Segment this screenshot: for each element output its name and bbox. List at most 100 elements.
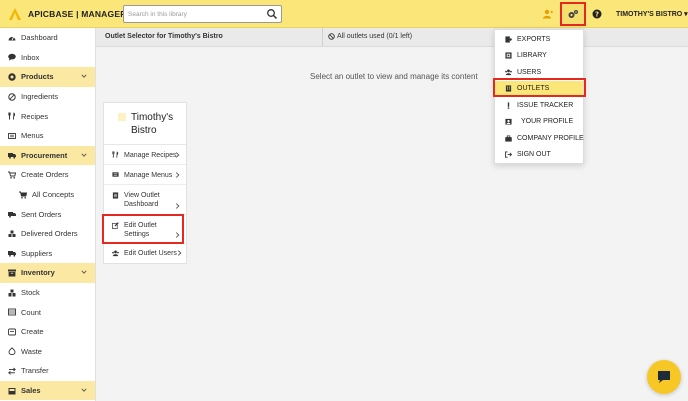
outlet-color-icon <box>118 113 126 121</box>
chevron-right-icon <box>175 203 180 209</box>
menu-item-library[interactable]: LIBRARY <box>495 48 583 64</box>
sidebar: Dashboard Inbox Products Ingredients Rec… <box>0 28 96 401</box>
briefcase-icon <box>505 134 512 142</box>
menu-item-exports[interactable]: EXPORTS <box>495 31 583 47</box>
sidebar-item-inbox[interactable]: Inbox <box>0 48 95 68</box>
menu-item-label: USERS <box>517 68 542 76</box>
sidebar-section-inventory[interactable]: Inventory <box>0 263 95 283</box>
manage-recipes-button[interactable]: Manage Recipes <box>104 145 186 165</box>
chat-button[interactable] <box>647 360 681 394</box>
sign-out-icon <box>505 151 512 158</box>
search-icon[interactable] <box>266 8 278 20</box>
menu-item-your-profile[interactable]: YOUR PROFILE <box>495 114 583 130</box>
sidebar-item-ingredients[interactable]: Ingredients <box>0 87 95 107</box>
menu-item-label: COMPANY PROFILE <box>517 134 584 142</box>
help-button[interactable]: ? <box>590 7 604 21</box>
outlets-highlight <box>493 78 586 97</box>
sidebar-item-menus[interactable]: Menus <box>0 126 95 146</box>
sidebar-item-stock[interactable]: Stock <box>0 283 95 303</box>
user-notification-button[interactable] <box>541 7 555 21</box>
sales-icon <box>8 387 16 395</box>
action-label: Manage Recipes <box>124 152 177 159</box>
export-icon <box>505 35 512 43</box>
view-outlet-dashboard-button[interactable]: View Outlet Dashboard <box>104 185 186 215</box>
sidebar-item-label: All Concepts <box>32 190 75 200</box>
edit-outlet-users-button[interactable]: Edit Outlet Users <box>104 244 186 263</box>
account-menu[interactable]: TIMOTHY'S BISTRO ▾ <box>616 10 688 18</box>
count-icon <box>8 308 16 316</box>
outlet-usage-status: All outlets used (0/1 left) <box>328 33 412 40</box>
products-icon <box>8 73 16 81</box>
sidebar-item-label: Count <box>21 307 42 317</box>
chevron-down-icon <box>81 153 87 157</box>
svg-text:?: ? <box>595 11 599 19</box>
sidebar-item-label: Products <box>21 72 54 82</box>
users-icon <box>505 69 512 76</box>
profile-icon <box>505 118 512 125</box>
sidebar-item-sent-orders[interactable]: Sent Orders <box>0 204 95 224</box>
action-label: View Outlet Dashboard <box>124 192 160 208</box>
truck-icon <box>8 249 16 258</box>
content-header: Outlet Selector for Timothy's Bistro All… <box>96 28 688 47</box>
sidebar-item-label: Dashboard <box>21 33 58 43</box>
sidebar-item-label: Sent Orders <box>21 209 62 219</box>
select-outlet-hint: Select an outlet to view and manage its … <box>310 72 478 81</box>
action-label: Manage Menus <box>124 172 173 179</box>
sidebar-item-dashboard[interactable]: Dashboard <box>0 28 95 48</box>
chevron-right-icon <box>175 152 180 158</box>
sidebar-item-label: Inbox <box>21 52 40 62</box>
sidebar-item-count[interactable]: Count <box>0 302 95 322</box>
chevron-down-icon <box>81 74 87 79</box>
menu-item-sign-out[interactable]: SIGN OUT <box>495 147 583 163</box>
header-divider <box>322 28 323 47</box>
menu-item-issue-tracker[interactable]: ISSUE TRACKER <box>495 97 583 113</box>
sent-orders-icon <box>8 210 16 218</box>
sidebar-item-label: Recipes <box>21 111 49 121</box>
sidebar-item-label: Suppliers <box>21 248 53 258</box>
action-label: Edit Outlet Users <box>124 250 177 257</box>
library-search-input[interactable] <box>128 9 263 20</box>
sidebar-section-procurement[interactable]: Procurement <box>0 145 95 166</box>
sidebar-item-delivered-orders[interactable]: Delivered Orders <box>0 224 95 244</box>
chevron-right-icon <box>177 250 182 256</box>
sidebar-item-all-concepts[interactable]: All Concepts <box>0 185 95 205</box>
exclamation-icon <box>505 101 512 109</box>
sidebar-item-create[interactable]: Create <box>0 322 95 342</box>
gears-icon <box>568 9 578 18</box>
apicbase-logo-icon[interactable] <box>9 8 21 20</box>
menu-item-label: YOUR PROFILE <box>521 118 574 125</box>
sidebar-item-recipes[interactable]: Recipes <box>0 106 95 126</box>
question-circle-icon: ? <box>592 9 602 19</box>
sidebar-item-label: Delivered Orders <box>21 229 78 239</box>
menu-item-company-profile[interactable]: COMPANY PROFILE <box>495 130 584 146</box>
sidebar-item-label: Stock <box>21 288 40 298</box>
chevron-down-icon <box>81 270 87 275</box>
cart-icon <box>19 191 27 199</box>
create-icon <box>8 328 16 336</box>
outlet-card-header[interactable]: Timothy's Bistro <box>104 103 186 145</box>
sidebar-item-waste[interactable]: Waste <box>0 342 95 362</box>
procurement-icon <box>8 151 16 160</box>
library-search <box>123 5 282 23</box>
dashboard-icon <box>8 34 16 42</box>
page-title: Outlet Selector for Timothy's Bistro <box>105 33 223 40</box>
users-icon <box>112 250 119 257</box>
menu-item-label: LIBRARY <box>517 52 547 59</box>
outlet-name: Timothy's Bistro <box>131 112 174 136</box>
sidebar-item-transfer[interactable]: Transfer <box>0 361 95 381</box>
top-bar: APICBASE | MANAGER ? TIMOTHY'S BISTRO ▾ <box>0 0 688 28</box>
brand-title: APICBASE | MANAGER <box>28 9 127 19</box>
sidebar-item-create-orders[interactable]: Create Orders <box>0 165 95 185</box>
sidebar-item-label: Transfer <box>21 366 49 376</box>
sidebar-item-label: Procurement <box>21 150 68 160</box>
settings-button[interactable] <box>560 2 586 26</box>
menu-item-label: EXPORTS <box>517 35 551 43</box>
sidebar-item-label: Menus <box>21 131 44 141</box>
sidebar-section-sales[interactable]: Sales <box>0 380 95 401</box>
sidebar-section-products[interactable]: Products <box>0 67 95 87</box>
stock-icon <box>8 289 16 297</box>
menu-item-label: SIGN OUT <box>517 151 551 158</box>
sidebar-item-suppliers[interactable]: Suppliers <box>0 244 95 264</box>
manage-menus-button[interactable]: Manage Menus <box>104 165 186 185</box>
recipes-icon <box>8 112 16 120</box>
